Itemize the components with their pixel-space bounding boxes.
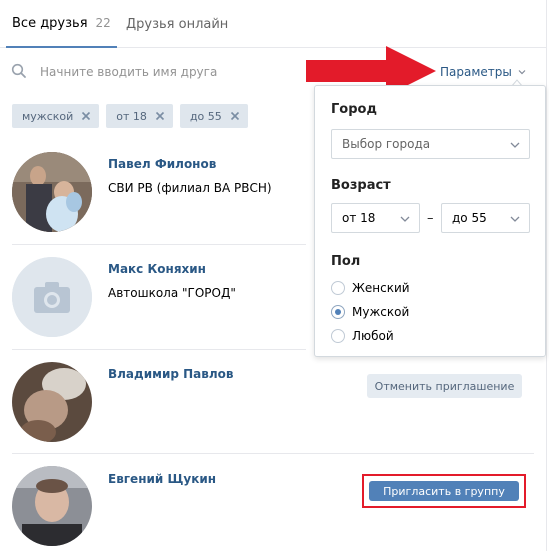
chevron-down-icon [510,142,520,148]
invite-to-group-button[interactable]: Пригласить в группу [369,481,519,501]
filter-tag-age-to[interactable]: до 55 [179,104,248,128]
filter-tag-sex[interactable]: мужской [12,104,100,128]
row-divider [12,349,306,350]
tab-all-friends-label: Все друзья [12,15,88,31]
highlight-frame: Пригласить в группу [362,474,526,508]
radio-label: Мужской [352,305,410,319]
avatar[interactable] [12,257,92,337]
avatar[interactable] [12,362,92,442]
params-button[interactable]: Параметры [440,65,526,79]
radio-female[interactable]: Женский [331,281,410,295]
tab-bar: Все друзья 22 Друзья онлайн [0,0,546,48]
active-filters: мужской от 18 до 55 [12,104,248,128]
row-divider [12,453,534,454]
friend-subtitle: СВИ РВ (филиал ВА РВСН) [108,181,272,195]
search-input[interactable] [40,61,290,83]
sex-label: Пол [331,254,361,269]
camera-icon [12,257,92,337]
age-from-value: от 18 [342,211,376,225]
friends-invite-window: Все друзья 22 Друзья онлайн Параметры му… [0,0,549,551]
friend-name[interactable]: Павел Филонов [108,157,216,171]
radio-any[interactable]: Любой [331,329,394,343]
params-panel: Город Выбор города Возраст от 18 – до 55… [314,85,546,357]
radio-male[interactable]: Мужской [331,305,409,319]
radio-circle [331,305,345,319]
age-to-value: до 55 [452,211,487,225]
age-label: Возраст [331,178,391,193]
city-select[interactable]: Выбор города [331,129,530,159]
tab-all-friends[interactable]: Все друзья 22 [6,0,117,48]
radio-circle [331,329,345,343]
age-separator: – [427,211,434,226]
avatar[interactable] [12,466,92,546]
tab-all-friends-count: 22 [95,16,111,30]
age-to-select[interactable]: до 55 [441,203,530,233]
friend-name[interactable]: Владимир Павлов [108,367,233,381]
friend-name[interactable]: Макс Коняхин [108,262,206,276]
chevron-down-icon [518,70,526,75]
filter-tag-label: до 55 [189,109,222,123]
close-icon[interactable] [81,111,91,121]
avatar-photo [12,466,92,546]
filter-tag-label: мужской [22,109,74,123]
radio-label: Женский [352,281,410,295]
chevron-down-icon [400,216,410,222]
row-divider [12,244,306,245]
friend-subtitle: Автошкола "ГОРОД" [108,286,236,300]
search-icon [11,63,26,78]
window-border [546,0,547,551]
close-icon[interactable] [230,111,240,121]
cancel-invite-button[interactable]: Отменить приглашение [367,374,522,398]
close-icon[interactable] [155,111,165,121]
city-label: Город [331,102,377,117]
radio-label: Любой [352,329,394,343]
chevron-down-icon [510,216,520,222]
avatar[interactable] [12,152,92,232]
avatar-photo [12,152,92,232]
tab-friends-online-label: Друзья онлайн [126,16,229,32]
params-label: Параметры [440,65,512,79]
radio-circle [331,281,345,295]
filter-tag-label: от 18 [116,109,147,123]
avatar-photo [12,362,92,442]
filter-tag-age-from[interactable]: от 18 [106,104,173,128]
tab-friends-online[interactable]: Друзья онлайн [126,0,228,48]
city-select-value: Выбор города [342,137,431,151]
age-from-select[interactable]: от 18 [331,203,420,233]
friend-name[interactable]: Евгений Щукин [108,472,216,486]
